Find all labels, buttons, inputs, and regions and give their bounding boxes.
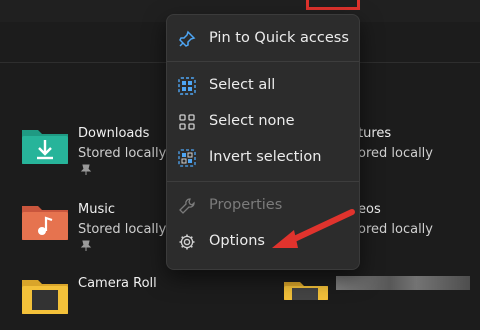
item-status: ored locally — [358, 222, 433, 237]
pin-icon — [179, 30, 196, 47]
downloads-folder-icon — [22, 130, 68, 164]
folder-item-music[interactable]: Music Stored locally — [20, 200, 180, 256]
item-name: Downloads — [78, 126, 150, 141]
select-all-icon — [178, 77, 196, 95]
menu-item-select-none[interactable]: Select none — [167, 106, 359, 138]
pin-icon — [80, 164, 92, 175]
menu-separator — [167, 181, 359, 182]
wrench-icon — [179, 198, 195, 214]
select-none-icon — [179, 114, 195, 130]
highlight-box — [306, 0, 360, 10]
item-name: eos — [358, 202, 381, 217]
folder-item-downloads[interactable]: Downloads Stored locally — [20, 124, 180, 180]
item-status: ored locally — [358, 146, 433, 161]
item-name: Music — [78, 202, 115, 217]
folder-item-camera-roll[interactable]: Camera Roll — [20, 274, 180, 330]
item-status: Stored locally — [78, 146, 167, 161]
gear-icon — [179, 234, 195, 250]
folder-icon — [284, 282, 328, 300]
menu-item-label: Invert selection — [209, 149, 322, 165]
music-folder-icon — [22, 206, 68, 240]
pin-icon — [80, 240, 92, 251]
menu-item-invert-selection[interactable]: Invert selection — [167, 142, 359, 174]
item-name: Camera Roll — [78, 276, 157, 291]
menu-separator — [167, 61, 359, 62]
menu-item-label: Select all — [209, 77, 276, 93]
invert-selection-icon — [178, 149, 196, 167]
camera-roll-folder-icon — [22, 280, 68, 314]
item-name: tures — [358, 126, 392, 141]
menu-item-pin-to-quick-access[interactable]: Pin to Quick access — [167, 23, 359, 55]
annotation-arrow — [272, 209, 355, 248]
menu-item-label: Select none — [209, 113, 295, 129]
folder-item-videos[interactable]: eos ored locally — [358, 200, 480, 256]
menu-item-label: Pin to Quick access — [209, 30, 349, 46]
item-status: Stored locally — [78, 222, 167, 237]
folder-item-pictures[interactable]: tures ored locally — [358, 124, 480, 180]
menu-item-label: Options — [209, 233, 265, 249]
menu-item-select-all[interactable]: Select all — [167, 70, 359, 102]
blurred-text — [336, 276, 470, 290]
